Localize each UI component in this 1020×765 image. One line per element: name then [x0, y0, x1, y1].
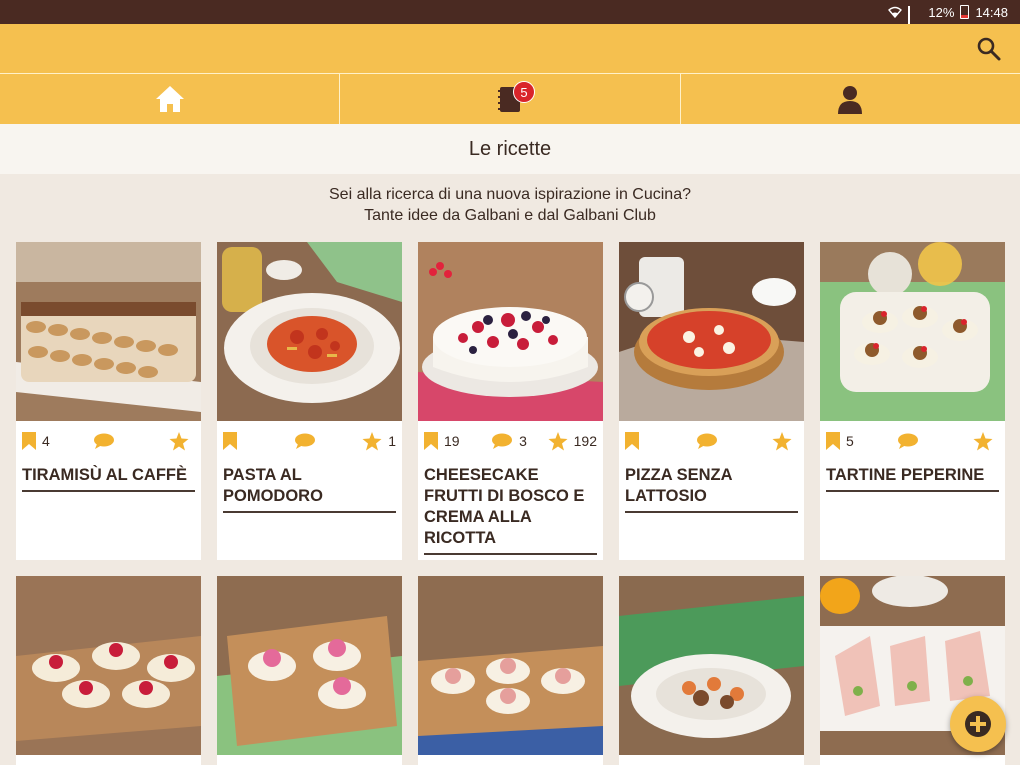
bookmark-icon — [826, 432, 840, 450]
recipe-image-cheesecake — [418, 242, 603, 421]
comment-icon — [697, 433, 718, 449]
recipe-image — [16, 576, 201, 755]
recipe-stats — [619, 421, 804, 461]
comments-stat[interactable] — [883, 433, 940, 449]
comments-stat[interactable] — [280, 433, 337, 449]
bookmark-icon — [22, 432, 36, 450]
wifi-icon — [888, 6, 903, 19]
title-divider — [424, 553, 597, 555]
search-button[interactable] — [976, 36, 1002, 62]
title-divider — [625, 511, 798, 513]
recipe-card[interactable] — [217, 576, 402, 765]
battery-percent: 12% — [928, 4, 955, 20]
tab-home[interactable] — [0, 74, 341, 124]
star-icon — [973, 431, 993, 450]
title-divider — [22, 490, 195, 492]
recipe-card[interactable] — [619, 576, 804, 765]
intro-text: Sei alla ricerca di una nuova ispirazion… — [0, 184, 1020, 226]
comment-icon — [492, 433, 513, 449]
rating-count: 192 — [573, 433, 597, 449]
comments-count: 3 — [519, 433, 527, 449]
rating-stat[interactable]: 192 — [537, 431, 597, 451]
bookmark-icon — [625, 432, 639, 450]
app-toolbar — [0, 24, 1020, 74]
recipe-image — [217, 576, 402, 755]
intro-line-2: Tante idee da Galbani e dal Galbani Club — [364, 207, 656, 224]
saves-count: 4 — [42, 433, 50, 449]
tab-recipe-book[interactable]: 5 — [340, 74, 681, 124]
comments-stat[interactable]: 3 — [481, 433, 538, 449]
comment-icon — [295, 433, 316, 449]
signal-icon — [908, 5, 922, 36]
tab-profile[interactable] — [681, 74, 1020, 124]
nav-tabs: 5 — [0, 74, 1020, 124]
comments-stat[interactable] — [682, 433, 739, 449]
saves-stat[interactable]: 5 — [826, 432, 883, 450]
add-icon — [965, 711, 991, 737]
recipe-title[interactable]: CHEESECAKE FRUTTI DI BOSCO E CREMA ALLA … — [418, 461, 603, 549]
recipe-card[interactable] — [418, 576, 603, 765]
title-divider — [826, 490, 999, 492]
recipe-title[interactable]: PASTA AL POMODORO — [217, 461, 402, 507]
recipe-card[interactable]: 4 TIRAMISÙ AL CAFFÈ — [16, 242, 201, 560]
recipe-card[interactable] — [16, 576, 201, 765]
page-title-bar: Le ricette — [0, 124, 1020, 174]
intro-line-1: Sei alla ricerca di una nuova ispirazion… — [329, 186, 691, 203]
saves-stat[interactable]: 19 — [424, 432, 481, 450]
notification-badge: 5 — [512, 81, 535, 103]
rating-count: 1 — [388, 433, 396, 449]
saves-stat[interactable]: 4 — [22, 432, 79, 450]
home-icon — [155, 86, 184, 112]
recipe-image-tiramisu — [16, 242, 201, 421]
saves-stat[interactable] — [625, 432, 682, 450]
battery-icon — [960, 5, 970, 19]
recipe-title[interactable]: TIRAMISÙ AL CAFFÈ — [16, 461, 201, 486]
star-icon — [362, 431, 382, 450]
recipe-card[interactable]: 5 TARTINE PEPERINE — [820, 242, 1005, 560]
recipe-image — [619, 576, 804, 755]
recipe-stats: 4 — [16, 421, 201, 461]
saves-count: 19 — [444, 433, 460, 449]
rating-stat[interactable] — [135, 431, 195, 451]
rating-stat[interactable]: 1 — [336, 431, 396, 451]
bookmark-icon — [424, 432, 438, 450]
recipe-image-pasta — [217, 242, 402, 421]
page-title: Le ricette — [468, 137, 552, 160]
star-icon — [169, 431, 189, 450]
recipe-image-pizza — [619, 242, 804, 421]
recipe-image — [418, 576, 603, 755]
comments-stat[interactable] — [79, 433, 136, 449]
clock: 14:48 — [975, 4, 1008, 20]
status-bar: 12% 14:48 — [0, 0, 1020, 36]
recipe-stats: 5 — [820, 421, 1005, 461]
saves-count: 5 — [846, 433, 854, 449]
title-divider — [223, 511, 396, 513]
search-icon — [977, 37, 1001, 61]
add-recipe-button[interactable] — [950, 696, 1006, 752]
recipe-title[interactable]: PIZZA SENZA LATTOSIO — [619, 461, 804, 507]
recipe-card[interactable]: PIZZA SENZA LATTOSIO — [619, 242, 804, 560]
star-icon — [772, 431, 792, 450]
comment-icon — [94, 433, 115, 449]
user-icon — [838, 86, 863, 114]
recipe-title[interactable]: TARTINE PEPERINE — [820, 461, 1005, 486]
star-icon — [548, 431, 568, 450]
saves-stat[interactable] — [223, 432, 280, 450]
comment-icon — [898, 433, 919, 449]
recipe-stats: 19 3 192 — [418, 421, 603, 461]
recipe-image-tartine — [820, 242, 1005, 421]
rating-stat[interactable] — [738, 431, 798, 451]
bookmark-icon — [223, 432, 237, 450]
recipe-card[interactable]: 1 PASTA AL POMODORO — [217, 242, 402, 560]
rating-stat[interactable] — [939, 431, 999, 451]
recipe-stats: 1 — [217, 421, 402, 461]
recipe-card[interactable]: 19 3 192 CHEESECAKE FRUTTI DI BOSCO E CR… — [418, 242, 603, 560]
